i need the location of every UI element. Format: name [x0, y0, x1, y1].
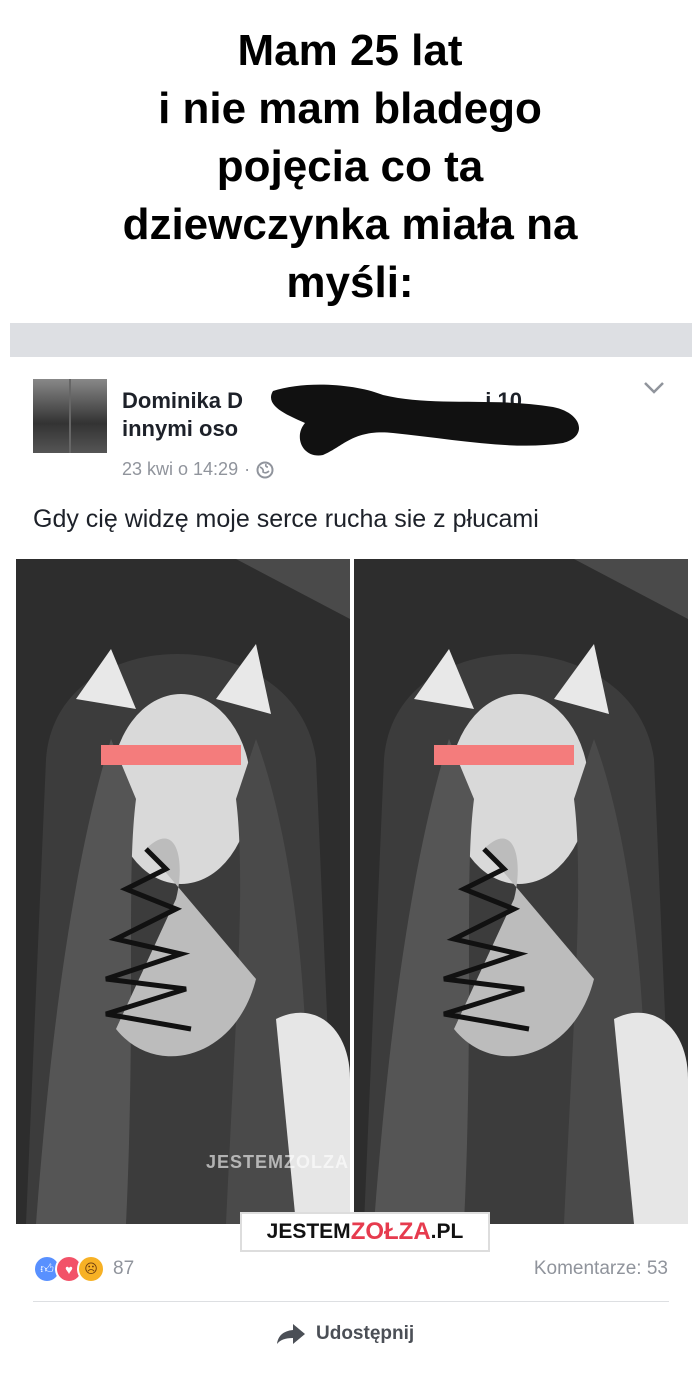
share-arrow-icon: [277, 1324, 305, 1344]
author-name[interactable]: Dominika D: [122, 388, 243, 413]
headline-line-5: myśli:: [286, 258, 414, 307]
reactions-summary[interactable]: 👍︎ ♥ ☹ 87: [33, 1255, 134, 1283]
meta-separator: ·: [244, 459, 251, 479]
logo-part-3: .PL: [430, 1220, 464, 1243]
headline-line-3: pojęcia co ta: [216, 142, 484, 191]
reaction-count[interactable]: 87: [113, 1258, 134, 1280]
logo-part-2: ZOŁZA: [350, 1218, 431, 1245]
post-timestamp[interactable]: 23 kwi o 14:29: [122, 459, 238, 480]
post-meta: 23 kwi o 14:29 ·: [122, 459, 274, 480]
logo-part-1: JESTEM: [266, 1220, 351, 1243]
meme-headline: Mam 25 lat i nie mam bladego pojęcia co …: [0, 22, 700, 312]
photo-watermark: JESTEMZOLZA.PL: [206, 1152, 350, 1172]
comments-count[interactable]: Komentarze: 53: [534, 1258, 668, 1280]
facebook-post: Dominika D i 10 innymi oso 23 kwi o 14:2…: [0, 357, 700, 1384]
globe-icon: [256, 461, 274, 478]
post-status-text: Gdy cię widzę moje serce rucha sie z płu…: [33, 505, 539, 533]
post-photo-right[interactable]: [354, 559, 688, 1224]
share-button[interactable]: Udostępnij: [276, 1323, 414, 1345]
chevron-down-icon[interactable]: [643, 381, 665, 395]
headline-line-2: i nie mam bladego: [158, 84, 542, 133]
censor-scribble: [270, 384, 580, 456]
avatar[interactable]: [33, 379, 107, 453]
share-label: Udostępnij: [316, 1323, 415, 1344]
post-divider: [33, 1301, 669, 1302]
site-logo: JESTEM ZOŁZA .PL: [240, 1212, 490, 1252]
post-photo-left[interactable]: JESTEMZOLZA.PL: [16, 559, 350, 1224]
screenshot-top-band: [10, 323, 692, 357]
headline-line-4: dziewczynka miała na: [122, 200, 578, 249]
headline-line-1: Mam 25 lat: [237, 26, 463, 75]
angry-icon: ☹: [77, 1255, 105, 1283]
